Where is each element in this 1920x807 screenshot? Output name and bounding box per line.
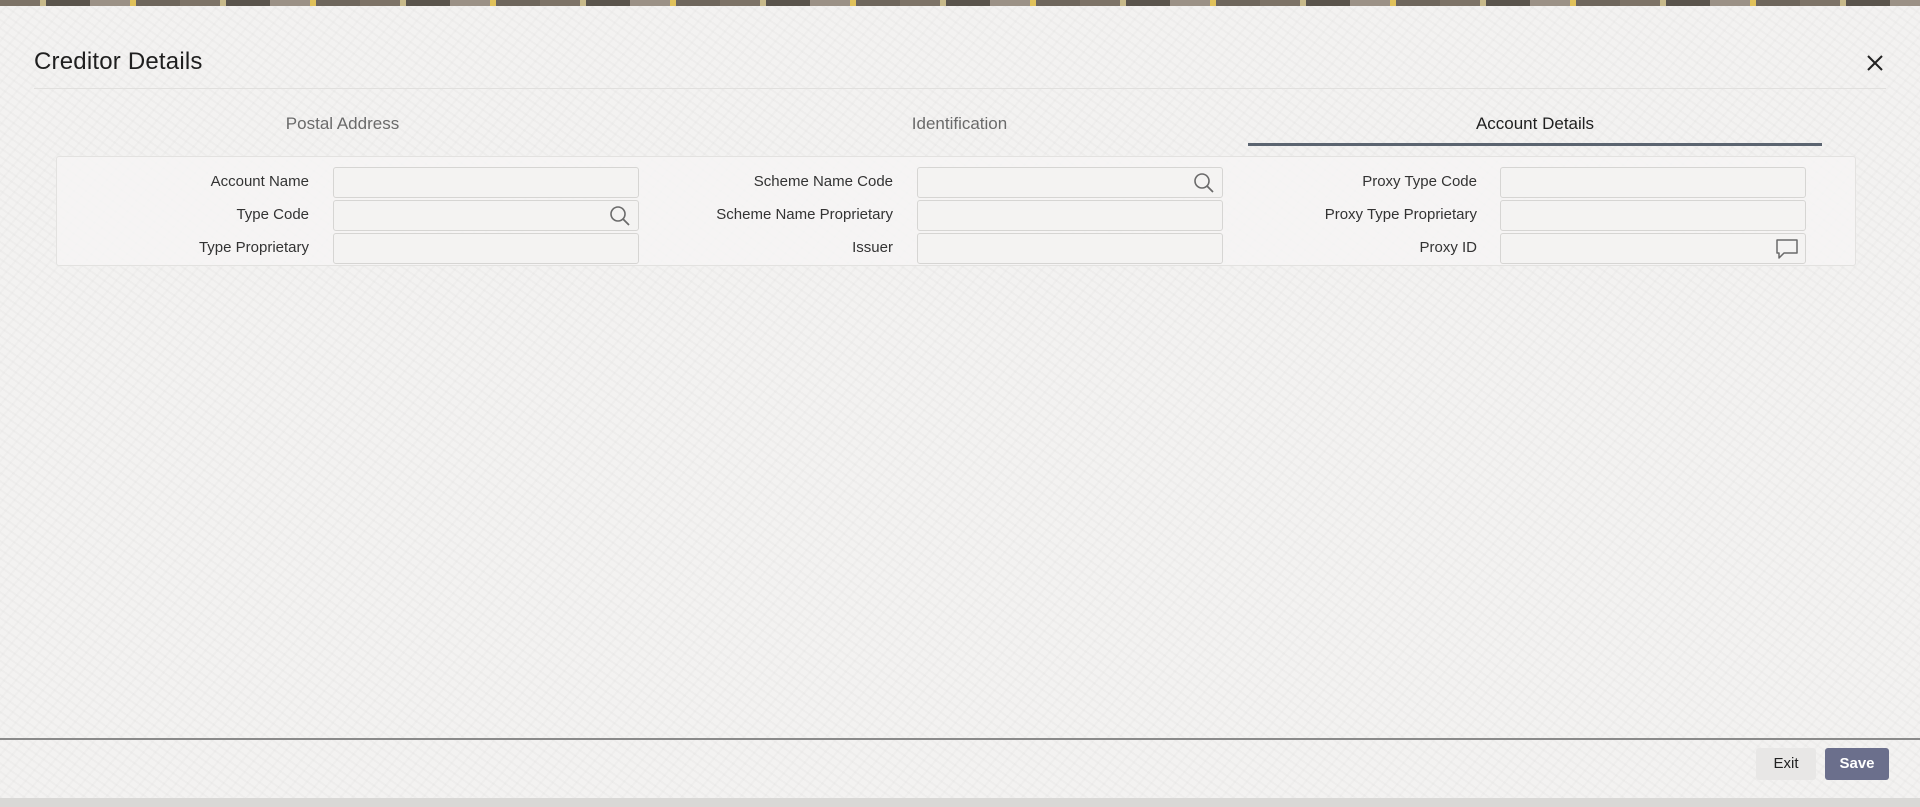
type-proprietary-label: Type Proprietary [198, 239, 309, 256]
issuer-input[interactable] [918, 234, 1222, 263]
account-name-input[interactable] [334, 168, 638, 197]
type-code-field[interactable] [333, 200, 639, 231]
type-code-input[interactable] [334, 201, 638, 230]
scheme-name-proprietary-label: Scheme Name Proprietary [716, 206, 893, 223]
issuer-label: Issuer [852, 239, 893, 256]
proxy-type-code-label: Proxy Type Code [1362, 173, 1477, 190]
proxy-id-input[interactable] [1501, 234, 1805, 263]
proxy-id-field[interactable] [1500, 233, 1806, 264]
footer-divider [0, 738, 1920, 740]
proxy-type-code-input[interactable] [1501, 168, 1805, 197]
account-details-form: Account Name Type Code Type Proprietary … [56, 156, 1856, 266]
proxy-type-proprietary-input[interactable] [1501, 201, 1805, 230]
proxy-id-label: Proxy ID [1419, 239, 1477, 256]
dialog-title: Creditor Details [34, 48, 203, 75]
tab-postal-address[interactable]: Postal Address [34, 108, 651, 146]
tab-account-details[interactable]: Account Details [1248, 108, 1822, 146]
scheme-name-code-label: Scheme Name Code [753, 173, 893, 190]
bottom-status-strip [0, 798, 1920, 807]
type-proprietary-input[interactable] [334, 234, 638, 263]
account-name-label: Account Name [210, 173, 309, 190]
exit-button[interactable]: Exit [1756, 748, 1816, 780]
proxy-type-proprietary-field[interactable] [1500, 200, 1806, 231]
tab-identification[interactable]: Identification [651, 108, 1268, 146]
comment-icon [1776, 239, 1798, 259]
scheme-name-proprietary-input[interactable] [918, 201, 1222, 230]
title-divider [34, 88, 1886, 89]
close-icon [1867, 55, 1883, 71]
tab-bar: Postal Address Identification Account De… [34, 108, 1886, 146]
proxy-type-proprietary-label: Proxy Type Proprietary [1324, 206, 1477, 223]
scheme-name-code-input[interactable] [918, 168, 1222, 197]
header-banner-strip [0, 0, 1920, 6]
close-button[interactable] [1862, 50, 1888, 76]
proxy-type-code-field[interactable] [1500, 167, 1806, 198]
scheme-name-proprietary-field[interactable] [917, 200, 1223, 231]
type-proprietary-field[interactable] [333, 233, 639, 264]
save-button[interactable]: Save [1825, 748, 1889, 780]
issuer-field[interactable] [917, 233, 1223, 264]
scheme-name-code-field[interactable] [917, 167, 1223, 198]
account-name-field[interactable] [333, 167, 639, 198]
creditor-details-dialog: Creditor Details Postal Address Identifi… [0, 0, 1920, 807]
type-code-label: Type Code [236, 206, 309, 223]
proxy-id-narrative-button[interactable] [1775, 238, 1799, 260]
